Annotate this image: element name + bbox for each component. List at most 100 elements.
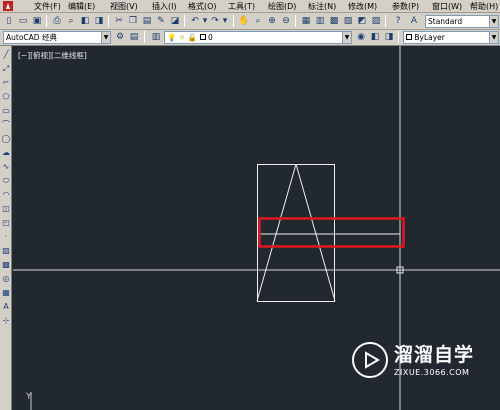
chevron-down-icon: ▼ bbox=[489, 32, 498, 43]
menu-file[interactable]: 文件(F) bbox=[34, 1, 61, 12]
color-swatch bbox=[406, 34, 412, 40]
ellipse-icon[interactable]: ⬭ bbox=[1, 176, 11, 186]
layer-previous-icon[interactable]: ◧ bbox=[369, 31, 381, 43]
standard-toolbar: ▯ ▭ ▣ ⎙ ⌕ ◧ ◨ ✂ ❐ ▤ ✎ ◪ ↶ ▾ ↷ ▾ ✋ ⌕ ⊕ ⊖ … bbox=[0, 13, 500, 30]
save-icon[interactable]: ▣ bbox=[31, 15, 43, 27]
workspace-layer-toolbar: AutoCAD 经典 ▼ ⚙ ▤ ▥ 💡 ☼ 🔓 0 ▼ ◉ ◧ ◨ ByLay… bbox=[0, 30, 500, 46]
publish-icon[interactable]: ◧ bbox=[79, 15, 91, 27]
layer-manager-icon[interactable]: ▤ bbox=[128, 31, 140, 43]
multiline-text-icon[interactable]: A bbox=[1, 302, 11, 312]
layer-lock-icon: 🔓 bbox=[187, 33, 198, 42]
revision-cloud-icon[interactable]: ☁ bbox=[1, 148, 11, 158]
plot-3d-icon[interactable]: ◨ bbox=[93, 15, 105, 27]
point-icon[interactable]: · bbox=[1, 232, 11, 242]
toolbar-separator bbox=[46, 15, 47, 27]
polygon-icon[interactable]: ⬠ bbox=[1, 92, 11, 102]
print-preview-icon[interactable]: ⌕ bbox=[65, 15, 77, 27]
layer-value: 0 bbox=[207, 33, 213, 42]
spline-icon[interactable]: ∿ bbox=[1, 162, 11, 172]
copy-icon[interactable]: ❐ bbox=[127, 15, 139, 27]
chevron-down-icon: ▼ bbox=[342, 32, 351, 43]
print-icon[interactable]: ⎙ bbox=[51, 15, 63, 27]
hatch-icon[interactable]: ▨ bbox=[1, 246, 11, 256]
polyline-icon[interactable]: ⌐ bbox=[1, 78, 11, 88]
make-block-icon[interactable]: ◰ bbox=[1, 218, 11, 228]
menu-edit[interactable]: 编辑(E) bbox=[68, 1, 95, 12]
watermark: 溜溜自学 ZIXUE.3066.COM bbox=[352, 342, 473, 390]
open-file-icon[interactable]: ▭ bbox=[17, 15, 29, 27]
match-properties-icon[interactable]: ✎ bbox=[155, 15, 167, 27]
paste-icon[interactable]: ▤ bbox=[141, 15, 153, 27]
workspace-value: AutoCAD 经典 bbox=[6, 33, 57, 42]
watermark-title: 溜溜自学 bbox=[394, 344, 475, 366]
rectangle-icon[interactable]: ▭ bbox=[1, 106, 11, 116]
zoom-realtime-icon[interactable]: ⌕ bbox=[252, 15, 264, 27]
region-icon[interactable]: ◎ bbox=[1, 274, 11, 284]
table-icon[interactable]: ▦ bbox=[1, 288, 11, 298]
workspace-settings-icon[interactable]: ⚙ bbox=[114, 31, 126, 43]
text-style-icon[interactable]: A bbox=[408, 15, 420, 27]
menu-draw[interactable]: 绘图(D) bbox=[268, 1, 296, 12]
toolbar-separator bbox=[398, 31, 399, 43]
menu-bar: 文件(F) 编辑(E) 视图(V) 插入(I) 格式(O) 工具(T) 绘图(D… bbox=[0, 0, 500, 13]
markup-icon[interactable]: ◩ bbox=[356, 15, 368, 27]
make-object-layer-current-icon[interactable]: ◉ bbox=[355, 31, 367, 43]
redo-dropdown-icon[interactable]: ▾ bbox=[219, 15, 231, 27]
circle-icon[interactable]: ◯ bbox=[1, 134, 11, 144]
layer-dropdown[interactable]: 💡 ☼ 🔓 0 ▼ bbox=[164, 31, 352, 44]
add-selected-icon[interactable]: ⊹ bbox=[1, 316, 11, 326]
menu-format[interactable]: 格式(O) bbox=[188, 1, 217, 12]
line-icon[interactable]: ╱ bbox=[1, 50, 11, 60]
toolbar-separator bbox=[184, 15, 185, 27]
triangle-left-edge[interactable] bbox=[256, 163, 297, 302]
triangle-right-edge[interactable] bbox=[295, 163, 336, 302]
color-value: ByLayer bbox=[414, 33, 445, 42]
menu-insert[interactable]: 插入(I) bbox=[152, 1, 177, 12]
calculator-icon[interactable]: ▨ bbox=[370, 15, 382, 27]
block-editor-icon[interactable]: ◪ bbox=[169, 15, 181, 27]
menu-tools[interactable]: 工具(T) bbox=[228, 1, 255, 12]
sheet-set-icon[interactable]: ▧ bbox=[342, 15, 354, 27]
pan-icon[interactable]: ✋ bbox=[238, 15, 250, 27]
tool-palettes-icon[interactable]: ▩ bbox=[328, 15, 340, 27]
toolbar-separator bbox=[144, 31, 145, 43]
menu-parameters[interactable]: 参数(P) bbox=[392, 1, 419, 12]
toolbar-separator bbox=[385, 15, 386, 27]
toolbar-separator bbox=[233, 15, 234, 27]
draw-toolbar: ╱ ⤢ ⌐ ⬠ ▭ ⌒ ◯ ☁ ∿ ⬭ ◠ ◫ ◰ · ▨ ▩ ◎ ▦ A ⊹ bbox=[0, 46, 12, 410]
ucs-y-label: Y bbox=[26, 392, 32, 402]
menu-dimension[interactable]: 标注(N) bbox=[308, 1, 336, 12]
zoom-previous-icon[interactable]: ⊖ bbox=[280, 15, 292, 27]
cut-icon[interactable]: ✂ bbox=[113, 15, 125, 27]
chevron-down-icon: ▼ bbox=[101, 32, 110, 43]
arc-icon[interactable]: ⌒ bbox=[1, 120, 11, 130]
properties-icon[interactable]: ▦ bbox=[300, 15, 312, 27]
color-dropdown[interactable]: ByLayer ▼ bbox=[403, 31, 499, 44]
help-icon[interactable]: ? bbox=[392, 15, 404, 27]
workspace-dropdown[interactable]: AutoCAD 经典 ▼ bbox=[3, 31, 111, 44]
drawing-rectangle[interactable] bbox=[257, 164, 335, 302]
watermark-url: ZIXUE.3066.COM bbox=[394, 368, 470, 377]
layer-color-swatch bbox=[199, 34, 206, 40]
new-file-icon[interactable]: ▯ bbox=[3, 15, 15, 27]
play-logo-icon bbox=[352, 342, 388, 378]
construction-line-icon[interactable]: ⤢ bbox=[1, 64, 11, 74]
layer-properties-icon[interactable]: ▥ bbox=[150, 31, 162, 43]
layer-sun-icon: ☼ bbox=[178, 33, 186, 42]
chevron-down-icon: ▼ bbox=[489, 16, 498, 27]
highlight-box bbox=[258, 217, 405, 248]
gradient-icon[interactable]: ▩ bbox=[1, 260, 11, 270]
layer-bulb-icon: 💡 bbox=[167, 33, 177, 42]
layer-states-icon[interactable]: ◨ bbox=[383, 31, 395, 43]
design-center-icon[interactable]: ▥ bbox=[314, 15, 326, 27]
menu-help[interactable]: 帮助(H) bbox=[470, 1, 498, 12]
zoom-window-icon[interactable]: ⊕ bbox=[266, 15, 278, 27]
menu-view[interactable]: 视图(V) bbox=[110, 1, 138, 12]
menu-modify[interactable]: 修改(M) bbox=[348, 1, 377, 12]
ellipse-arc-icon[interactable]: ◠ bbox=[1, 190, 11, 200]
toolbar-separator bbox=[108, 15, 109, 27]
toolbar-separator bbox=[295, 15, 296, 27]
menu-window[interactable]: 窗口(W) bbox=[432, 1, 462, 12]
text-style-dropdown[interactable]: Standard ▼ bbox=[425, 15, 499, 28]
insert-block-icon[interactable]: ◫ bbox=[1, 204, 11, 214]
